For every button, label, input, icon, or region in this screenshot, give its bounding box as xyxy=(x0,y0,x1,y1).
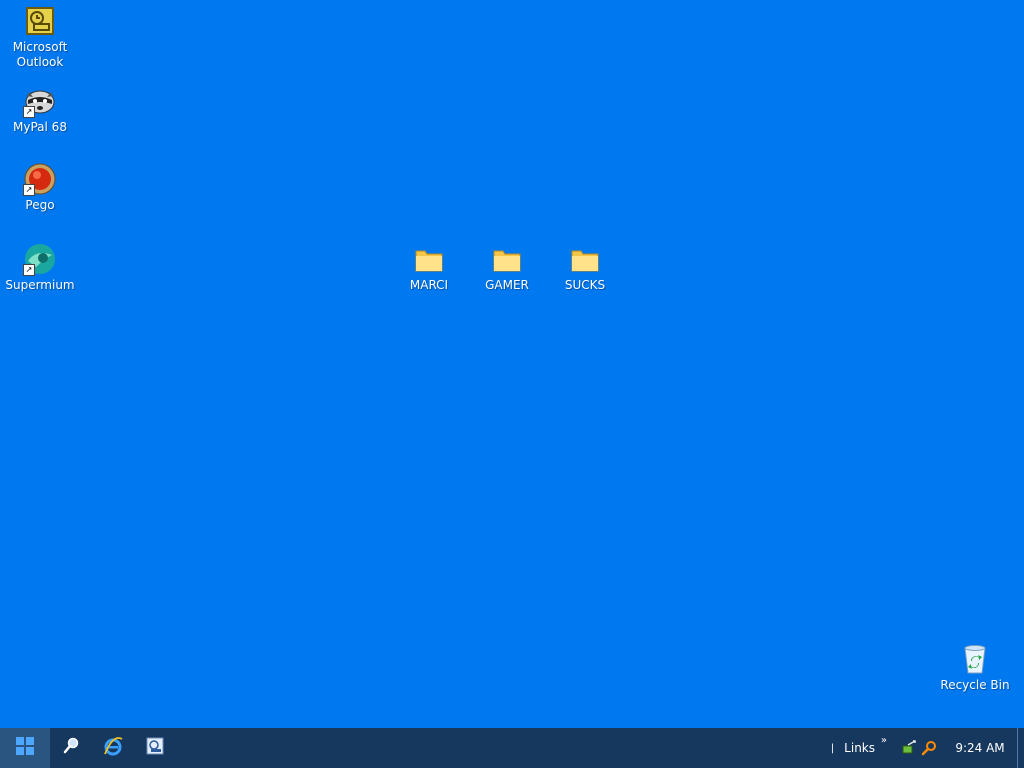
folder-icon xyxy=(568,242,602,276)
desktop-icon-label: Pego xyxy=(25,198,55,212)
mypal-icon: ↗ xyxy=(23,84,57,118)
desktop-icon-mypal[interactable]: ↗ MyPal 68 xyxy=(1,84,79,135)
shortcut-arrow-icon: ↗ xyxy=(23,264,35,276)
desktop-icon-supermium[interactable]: ↗ Supermium xyxy=(1,242,79,293)
outlook-icon xyxy=(23,4,57,38)
links-toolbar[interactable]: Links » xyxy=(844,735,887,755)
folder-label: SUCKS xyxy=(564,278,606,292)
shortcut-arrow-icon: ↗ xyxy=(23,184,35,196)
desktop-icon-recycle-bin[interactable]: Recycle Bin xyxy=(936,642,1014,693)
desktop-icon-pego[interactable]: ↗ Pego xyxy=(1,162,79,213)
folder-label: GAMER xyxy=(485,278,529,292)
desktop-icon-label: MyPal 68 xyxy=(13,120,67,134)
desktop-icon-label: Supermium xyxy=(5,278,75,292)
shortcut-arrow-icon: ↗ xyxy=(23,106,35,118)
links-chevron-icon[interactable]: » xyxy=(881,735,887,746)
folder-sucks[interactable]: SUCKS xyxy=(546,242,624,293)
desktop-icon-label: Recycle Bin xyxy=(940,678,1010,692)
search-icon xyxy=(62,737,80,759)
pego-icon: ↗ xyxy=(23,162,57,196)
desktop-icon-label: Microsoft Outlook xyxy=(12,40,68,69)
windows-logo-icon xyxy=(16,737,34,759)
recycle-bin-icon xyxy=(958,642,992,676)
search-tray-icon[interactable] xyxy=(919,738,939,758)
folder-marci[interactable]: MARCI xyxy=(390,242,468,293)
quick-launch-internet-explorer[interactable] xyxy=(92,728,134,768)
internet-explorer-icon xyxy=(103,736,123,760)
toolbar-grip[interactable]: | xyxy=(831,743,834,754)
links-label: Links xyxy=(844,741,875,755)
outlook-quick-icon xyxy=(146,737,164,759)
start-button[interactable] xyxy=(0,728,50,768)
taskbar-clock[interactable]: 9:24 AM xyxy=(945,741,1015,755)
supermium-icon: ↗ xyxy=(23,242,57,276)
notification-area: | Links » 9:24 AM xyxy=(831,728,1024,768)
folder-gamer[interactable]: GAMER xyxy=(468,242,546,293)
network-icon[interactable] xyxy=(899,738,919,758)
taskbar: | Links » 9:24 AM xyxy=(0,728,1024,768)
desktop: Microsoft Outlook ↗ MyPal 68 ↗ Pego ↗ Su… xyxy=(0,0,1024,728)
quick-launch-outlook[interactable] xyxy=(134,728,176,768)
show-desktop-button[interactable] xyxy=(1017,728,1024,768)
folder-icon xyxy=(490,242,524,276)
desktop-icon-outlook[interactable]: Microsoft Outlook xyxy=(1,4,79,70)
folder-icon xyxy=(412,242,446,276)
folder-label: MARCI xyxy=(409,278,449,292)
quick-launch-search[interactable] xyxy=(50,728,92,768)
